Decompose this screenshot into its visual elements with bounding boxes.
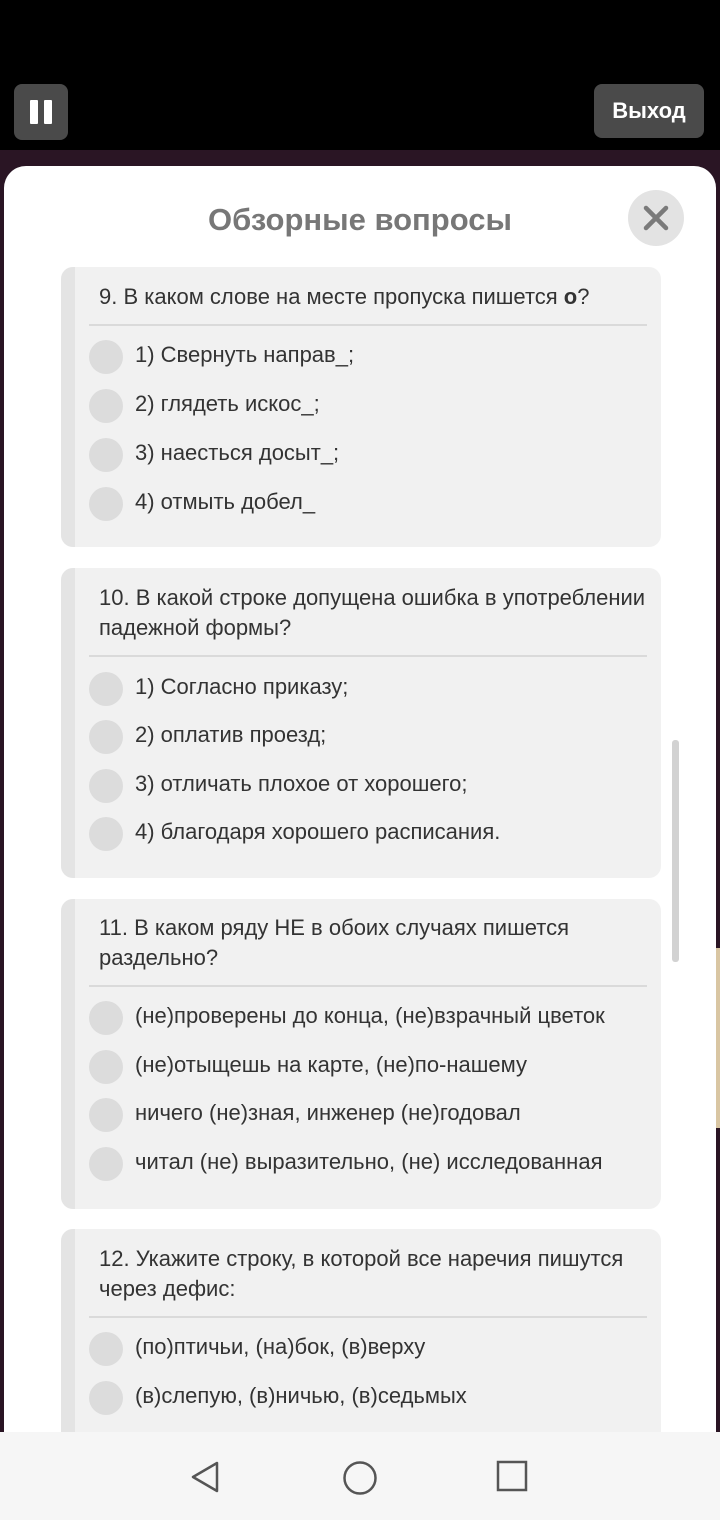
radio-button[interactable] [89, 438, 123, 472]
answer-option[interactable]: 2) глядеть искос_; [89, 385, 647, 425]
option-label: 4) благодаря хорошего расписания. [135, 819, 501, 844]
radio-button[interactable] [89, 769, 123, 803]
question-text: 9. В каком слове на месте пропуска пишет… [99, 282, 649, 312]
review-questions-modal: Обзорные вопросы 9. В каком слове на мес… [4, 166, 716, 1436]
back-triangle-icon[interactable] [188, 1460, 222, 1494]
question-text-start: 9. В каком слове на месте пропуска пишет… [99, 284, 564, 309]
divider [89, 985, 647, 987]
question-text: 12. Укажите строку, в которой все наречи… [99, 1246, 624, 1301]
question-card-10: 10. В какой строке допущена ошибка в упо… [61, 568, 661, 878]
close-icon [643, 205, 669, 231]
radio-button[interactable] [89, 672, 123, 706]
option-label: (в)слепую, (в)ничью, (в)седьмых [135, 1383, 467, 1408]
radio-button[interactable] [89, 1001, 123, 1035]
question-card-11: 11. В каком ряду НЕ в обоих случаях пише… [61, 899, 661, 1209]
option-label: читал (не) выразительно, (не) исследован… [135, 1149, 603, 1174]
exit-button[interactable]: Выход [594, 84, 704, 138]
answer-option[interactable]: (не)проверены до конца, (не)взрачный цве… [89, 997, 647, 1037]
modal-title: Обзорные вопросы [208, 202, 512, 237]
answer-option[interactable]: 1) Свернуть направ_; [89, 336, 647, 376]
question-text-end: ? [577, 284, 590, 309]
answer-option[interactable]: 4) благодаря хорошего расписания. [89, 813, 647, 853]
radio-button[interactable] [89, 487, 123, 521]
answer-option[interactable]: (в)слепую, (в)ничью, (в)седьмых [89, 1377, 647, 1417]
top-bar: Выход [0, 0, 720, 150]
radio-button[interactable] [89, 720, 123, 754]
answer-option[interactable]: (не)отыщешь на карте, (не)по-нашему [89, 1046, 647, 1086]
scrollbar[interactable] [672, 740, 679, 962]
answer-option[interactable]: 3) наесться досыт_; [89, 434, 647, 474]
divider [89, 324, 647, 326]
option-label: 3) отличать плохое от хорошего; [135, 771, 468, 796]
answer-option[interactable]: (по)птичьи, (на)бок, (в)верху [89, 1328, 647, 1368]
option-label: (по)птичьи, (на)бок, (в)верху [135, 1334, 426, 1359]
question-card-9: 9. В каком слове на месте пропуска пишет… [61, 267, 661, 547]
answer-option[interactable]: 1) Согласно приказу; [89, 668, 647, 708]
option-label: 4) отмыть добел_ [135, 489, 316, 514]
option-label: 3) наесться досыт_; [135, 440, 340, 465]
radio-button[interactable] [89, 1147, 123, 1181]
answer-option[interactable]: ничего (не)зная, инженер (не)годовал [89, 1094, 647, 1134]
radio-button[interactable] [89, 1050, 123, 1084]
pause-button[interactable] [14, 84, 68, 140]
answer-option[interactable]: 3) отличать плохое от хорошего; [89, 765, 647, 805]
question-text-bold: о [563, 284, 578, 309]
option-label: ничего (не)зная, инженер (не)годовал [135, 1100, 521, 1125]
radio-button[interactable] [89, 1098, 123, 1132]
divider [89, 1316, 647, 1318]
answer-option[interactable]: читал (не) выразительно, (не) исследован… [89, 1143, 647, 1183]
pause-icon-bar [44, 100, 52, 124]
home-circle-icon[interactable] [342, 1460, 378, 1496]
divider [89, 655, 647, 657]
option-label: (не)отыщешь на карте, (не)по-нашему [135, 1052, 528, 1077]
question-text: 11. В каком ряду НЕ в обоих случаях пише… [99, 915, 569, 970]
answer-option[interactable]: 2) оплатив проезд; [89, 716, 647, 756]
system-navigation-bar [0, 1432, 720, 1520]
pause-icon [30, 100, 38, 124]
radio-button[interactable] [89, 1332, 123, 1366]
radio-button[interactable] [89, 389, 123, 423]
recent-square-icon[interactable] [496, 1460, 528, 1492]
radio-button[interactable] [89, 340, 123, 374]
question-card-12: 12. Укажите строку, в которой все наречи… [61, 1229, 661, 1436]
option-label: 2) оплатив проезд; [135, 722, 327, 747]
answer-option[interactable]: 4) отмыть добел_ [89, 483, 647, 523]
option-label: (не)проверены до конца, (не)взрачный цве… [135, 1003, 605, 1028]
option-label: 1) Свернуть направ_; [135, 342, 355, 367]
option-label: 1) Согласно приказу; [135, 674, 349, 699]
question-text: 10. В какой строке допущена ошибка в упо… [99, 585, 646, 640]
option-label: 2) глядеть искос_; [135, 391, 320, 416]
radio-button[interactable] [89, 1381, 123, 1415]
radio-button[interactable] [89, 817, 123, 851]
close-button[interactable] [628, 190, 684, 246]
